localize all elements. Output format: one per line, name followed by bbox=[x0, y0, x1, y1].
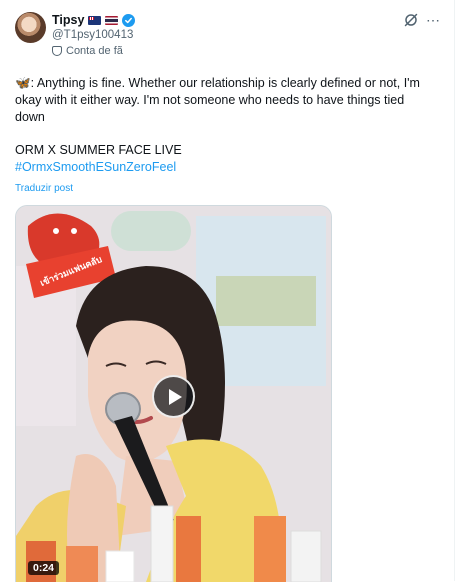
butterfly-emoji: 🦋 bbox=[15, 76, 31, 90]
shield-icon bbox=[52, 46, 62, 56]
video-duration: 0:24 bbox=[28, 561, 60, 575]
author-name[interactable]: Tipsy bbox=[52, 13, 84, 27]
hashtag-link[interactable]: #OrmxSmoothESunZeroFeel bbox=[15, 160, 176, 174]
play-button[interactable] bbox=[152, 375, 195, 418]
tweet-text: 🦋: Anything is fine. Whether our relatio… bbox=[15, 75, 435, 176]
author-row: Tipsy bbox=[52, 11, 136, 29]
thailand-flag-icon bbox=[105, 15, 119, 25]
more-options-icon[interactable]: ⋯ bbox=[426, 13, 440, 27]
fan-account-label: Conta de fã bbox=[52, 45, 123, 57]
tweet-card[interactable]: Tipsy @T1psy100413 Conta de fã ⋯ 🦋: Anyt… bbox=[0, 0, 455, 582]
translate-link[interactable]: Traduzir post bbox=[15, 183, 73, 194]
video-player[interactable]: เข้าร่วมแฟนคลับ 0:24 bbox=[15, 205, 332, 582]
verified-badge-icon[interactable] bbox=[122, 13, 136, 27]
tweet-event-line: ORM X SUMMER FACE LIVE bbox=[15, 143, 182, 157]
author-handle[interactable]: @T1psy100413 bbox=[52, 29, 133, 41]
new-zealand-flag-icon bbox=[88, 15, 102, 25]
grok-icon[interactable] bbox=[404, 13, 418, 27]
fan-account-text: Conta de fã bbox=[66, 45, 123, 57]
avatar[interactable] bbox=[15, 12, 46, 43]
tweet-body: : Anything is fine. Whether our relation… bbox=[15, 76, 420, 124]
